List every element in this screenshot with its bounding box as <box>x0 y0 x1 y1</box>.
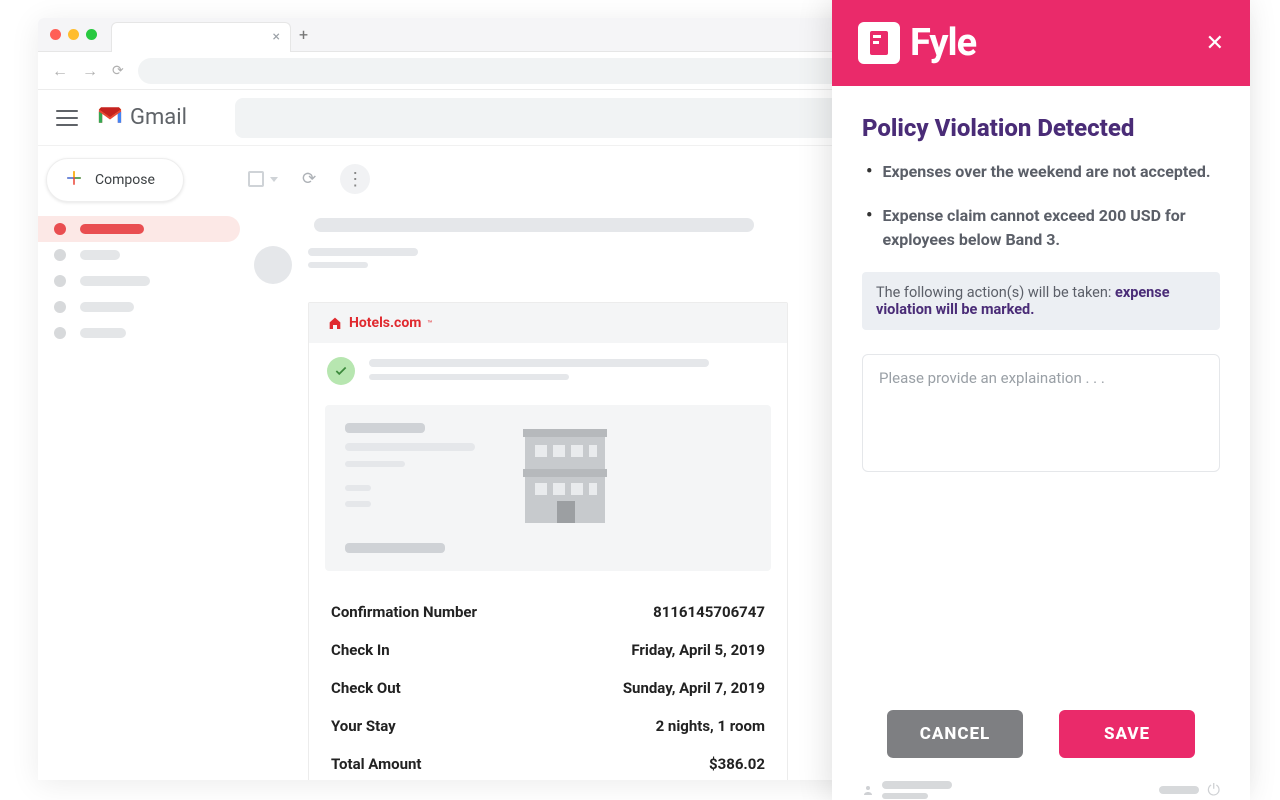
detail-row: Check Out Sunday, April 7, 2019 <box>331 669 765 707</box>
fyle-logo-icon <box>858 22 900 64</box>
detail-row: Confirmation Number 8116145706747 <box>331 593 765 631</box>
sidebar-item[interactable] <box>38 268 240 294</box>
power-icon[interactable]: ⏻ <box>1207 780 1220 800</box>
subject-placeholder <box>314 218 754 232</box>
gmail-m-icon <box>96 105 124 131</box>
action-banner: The following action(s) will be taken: e… <box>862 272 1220 330</box>
detail-value: 2 nights, 1 room <box>656 717 765 735</box>
policy-violation-item: • Expenses over the weekend are not acce… <box>866 160 1220 184</box>
explanation-input[interactable]: Please provide an explaination . . . <box>862 354 1220 472</box>
fyle-actions: CANCEL SAVE <box>832 692 1250 758</box>
fyle-logo: Fyle <box>858 21 976 65</box>
confirmation-banner <box>309 343 787 399</box>
fyle-footer: ⏻ <box>832 758 1250 800</box>
policy-violation-text: Expenses over the weekend are not accept… <box>882 160 1210 184</box>
email-brand-header: Hotels.com™ <box>309 303 787 343</box>
tab-close-icon[interactable]: × <box>273 29 280 45</box>
user-icon <box>862 784 874 796</box>
detail-label: Your Stay <box>331 717 396 735</box>
email-hero <box>325 405 771 571</box>
detail-row: Your Stay 2 nights, 1 room <box>331 707 765 745</box>
forward-icon[interactable]: → <box>82 61 98 81</box>
refresh-icon[interactable]: ⟳ <box>302 169 316 189</box>
hotels-brand: Hotels.com™ <box>327 315 432 331</box>
menu-icon[interactable] <box>56 110 78 126</box>
avatar <box>254 246 292 284</box>
fyle-body: Policy Violation Detected • Expenses ove… <box>832 86 1250 692</box>
detail-value: 8116145706747 <box>653 603 765 621</box>
compose-button[interactable]: Compose <box>46 158 184 202</box>
gmail-sidebar: Compose <box>38 146 248 780</box>
gmail-brand-text: Gmail <box>130 105 187 130</box>
sidebar-item[interactable] <box>38 216 240 242</box>
window-minimize-icon[interactable] <box>68 29 79 40</box>
detail-row: Total Amount $386.02 <box>331 745 765 780</box>
detail-value: Friday, April 5, 2019 <box>631 641 765 659</box>
detail-label: Check In <box>331 641 390 659</box>
compose-label: Compose <box>95 172 155 188</box>
detail-row: Check In Friday, April 5, 2019 <box>331 631 765 669</box>
new-tab-button[interactable]: + <box>299 25 308 44</box>
select-all-dropdown-icon[interactable] <box>270 177 278 182</box>
back-icon[interactable]: ← <box>52 61 68 81</box>
detail-label: Check Out <box>331 679 401 697</box>
browser-tab[interactable]: × <box>111 22 291 52</box>
window-zoom-icon[interactable] <box>86 29 97 40</box>
policy-violation-list: • Expenses over the weekend are not acce… <box>862 160 1220 252</box>
action-prefix: The following action(s) will be taken: <box>876 284 1115 301</box>
more-icon[interactable]: ⋮ <box>340 164 370 194</box>
check-icon <box>327 357 355 385</box>
detail-label: Total Amount <box>331 755 421 773</box>
sidebar-item[interactable] <box>38 242 240 268</box>
detail-label: Confirmation Number <box>331 603 477 621</box>
detail-value: $386.02 <box>709 755 765 773</box>
email-card: Hotels.com™ <box>308 302 788 780</box>
fyle-logo-text: Fyle <box>910 21 976 65</box>
select-all-checkbox[interactable] <box>248 171 264 187</box>
policy-violation-item: • Expense claim cannot exceed 200 USD fo… <box>866 204 1220 252</box>
compose-plus-icon <box>65 169 83 191</box>
reload-icon[interactable]: ⟳ <box>112 63 124 79</box>
sidebar-item[interactable] <box>38 294 240 320</box>
window-close-icon[interactable] <box>50 29 61 40</box>
hotel-icon <box>505 423 625 533</box>
policy-title: Policy Violation Detected <box>862 114 1220 142</box>
gmail-logo: Gmail <box>96 105 187 131</box>
close-icon[interactable]: ✕ <box>1206 31 1224 56</box>
fyle-panel: Fyle ✕ Policy Violation Detected • Expen… <box>832 0 1250 800</box>
fyle-header: Fyle ✕ <box>832 0 1250 86</box>
sidebar-item[interactable] <box>38 320 240 346</box>
detail-value: Sunday, April 7, 2019 <box>623 679 765 697</box>
window-controls <box>50 29 97 40</box>
hotels-brand-text: Hotels.com <box>349 315 421 331</box>
save-button[interactable]: SAVE <box>1059 710 1195 758</box>
cancel-button[interactable]: CANCEL <box>887 710 1023 758</box>
policy-violation-text: Expense claim cannot exceed 200 USD for … <box>882 204 1220 252</box>
booking-details: Confirmation Number 8116145706747 Check … <box>309 585 787 780</box>
